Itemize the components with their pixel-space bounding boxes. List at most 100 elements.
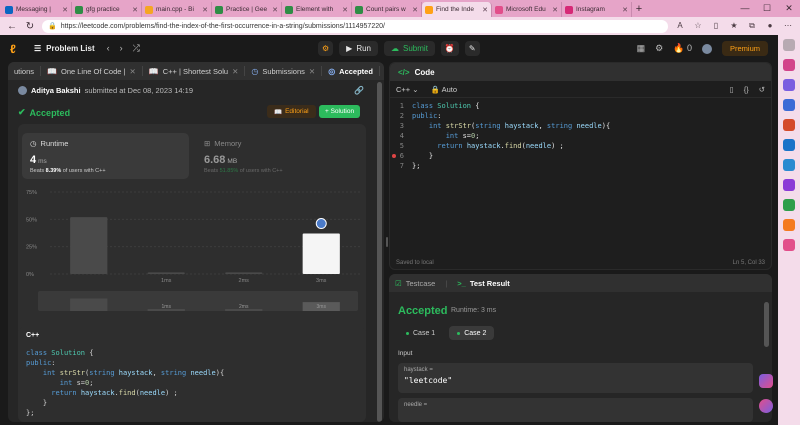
refresh-icon[interactable]: ↻ xyxy=(24,21,36,32)
app-icon[interactable] xyxy=(783,219,795,231)
tab-accepted[interactable]: ◎ Accepted xyxy=(322,66,380,76)
shuffle-icon[interactable]: ⤮ xyxy=(133,43,140,54)
tab-item[interactable]: 📖 One Line Of Code | ✕ xyxy=(41,66,143,76)
reset-icon[interactable]: ↺ xyxy=(759,85,765,94)
browser-tab[interactable]: Count pairs w ✕ xyxy=(352,2,422,17)
browser-tab[interactable]: Messaging | ✕ xyxy=(2,2,72,17)
submitter-name[interactable]: Aditya Bakshi xyxy=(31,86,81,95)
timer-button[interactable]: ⏰ xyxy=(440,41,459,56)
profile-icon[interactable]: ● xyxy=(764,20,776,32)
format-icon[interactable]: {} xyxy=(744,85,749,94)
case-2-button[interactable]: Case 2 xyxy=(449,326,495,340)
avatar[interactable] xyxy=(18,86,27,95)
result-scrollbar[interactable] xyxy=(764,302,769,347)
user-avatar[interactable] xyxy=(701,43,712,54)
office-icon[interactable] xyxy=(783,119,795,131)
editor-line[interactable]: 6 } xyxy=(390,151,610,161)
split-screen-icon[interactable]: ▯ xyxy=(710,20,722,32)
close-tab-icon[interactable]: ✕ xyxy=(342,6,348,14)
link-icon[interactable]: 🔗 xyxy=(354,86,364,95)
submit-button[interactable]: ☁ Submit xyxy=(384,41,435,56)
tab-item[interactable]: ◷ Submissions ✕ xyxy=(245,66,323,76)
tab-item[interactable]: 📖 C++ | Shortest Solu ✕ xyxy=(143,66,246,76)
settings-icon[interactable]: ⚙ xyxy=(655,43,663,54)
url-field[interactable]: 🔒 https://leetcode.com/problems/find-the… xyxy=(42,19,668,33)
tab-test-result[interactable]: >_ Test Result xyxy=(457,279,509,288)
read-aloud-icon[interactable]: A xyxy=(674,20,686,32)
needle-box[interactable]: needle = xyxy=(398,398,753,422)
browser-tab[interactable]: Find the Inde ✕ xyxy=(422,2,492,17)
close-tab-icon[interactable]: ✕ xyxy=(622,6,628,14)
games-icon[interactable] xyxy=(783,99,795,111)
editor-line[interactable]: 4 int s=0; xyxy=(390,131,610,141)
code-editor[interactable]: 1 class Solution {2 public: 3 int strStr(st… xyxy=(390,101,610,171)
collections-icon[interactable]: ⧉ xyxy=(746,20,758,32)
shopping-icon[interactable] xyxy=(783,59,795,71)
haystack-box[interactable]: haystack = "leetcode" xyxy=(398,363,753,393)
streak-counter[interactable]: 🔥 0 xyxy=(673,43,692,54)
assistant-icon[interactable] xyxy=(759,399,773,413)
auto-mode[interactable]: 🔒 Auto xyxy=(431,85,457,94)
line-number[interactable]: 1 xyxy=(390,101,408,111)
browser-tab[interactable]: Practice | Gee ✕ xyxy=(212,2,282,17)
memory-card[interactable]: ⊞ Memory 6.68 MB Beats 51.85% of users wi… xyxy=(196,133,361,179)
editor-line[interactable]: 1 class Solution { xyxy=(390,101,610,111)
close-tab-icon[interactable]: ✕ xyxy=(202,6,208,14)
tab-item[interactable]: utions xyxy=(8,66,42,76)
close-tab-icon[interactable]: ✕ xyxy=(482,6,488,14)
new-tab-button[interactable]: + xyxy=(632,2,646,17)
left-scrollbar[interactable] xyxy=(377,82,382,422)
line-number[interactable]: 4 xyxy=(390,131,408,141)
favorites-icon[interactable]: ★ xyxy=(728,20,740,32)
games2-icon[interactable] xyxy=(783,199,795,211)
premium-button[interactable]: Premium xyxy=(721,41,768,56)
bookmark-icon[interactable]: ▯ xyxy=(730,85,734,94)
notes-button[interactable]: ✎ xyxy=(464,41,480,56)
language-select[interactable]: C++ ⌄ xyxy=(396,85,419,94)
line-number[interactable]: 6 xyxy=(390,151,408,161)
minimize-icon[interactable]: — xyxy=(734,0,756,17)
editor-line[interactable]: 2 public: xyxy=(390,111,610,121)
close-tab-icon[interactable]: ✕ xyxy=(412,6,418,14)
line-number[interactable]: 3 xyxy=(390,121,408,131)
line-number[interactable]: 7 xyxy=(390,161,408,171)
browser-tab[interactable]: gfg practice ✕ xyxy=(72,2,142,17)
close-tab-icon[interactable]: ✕ xyxy=(62,6,68,14)
add-app-icon[interactable] xyxy=(783,239,795,251)
close-tab-icon[interactable]: ✕ xyxy=(129,67,135,76)
run-button[interactable]: ▶ Run xyxy=(339,41,379,56)
tools-icon[interactable] xyxy=(783,79,795,91)
editorial-button[interactable]: 📖 Editorial xyxy=(267,105,316,118)
close-tab-icon[interactable]: ✕ xyxy=(132,6,138,14)
browser-tab[interactable]: main.cpp - Bi ✕ xyxy=(142,2,212,17)
editor-line[interactable]: 7}; xyxy=(390,161,610,171)
close-tab-icon[interactable]: ✕ xyxy=(272,6,278,14)
close-tab-icon[interactable]: ✕ xyxy=(309,67,315,76)
prev-problem-icon[interactable]: ‹ xyxy=(107,43,110,54)
solution-button[interactable]: + Solution xyxy=(319,105,361,118)
layout-icon[interactable]: ▦ xyxy=(637,43,646,54)
search-icon[interactable] xyxy=(783,39,795,51)
back-icon[interactable]: ← xyxy=(6,21,18,32)
editor-line[interactable]: 3 int strStr(string haystack, string nee… xyxy=(390,121,610,131)
runtime-card[interactable]: ◷ Runtime 4 ms Beats 8.39% of users with … xyxy=(22,133,189,179)
more-icon[interactable]: ⋯ xyxy=(782,20,794,32)
designer-icon[interactable] xyxy=(783,179,795,191)
copilot-icon[interactable] xyxy=(759,374,773,388)
problem-list-button[interactable]: ☰ Problem List xyxy=(34,44,95,53)
line-number[interactable]: 5 xyxy=(390,141,408,151)
debug-button[interactable]: ⚙ xyxy=(318,41,334,56)
tab-testcase[interactable]: ☑ Testcase xyxy=(395,279,435,288)
close-window-icon[interactable]: ✕ xyxy=(778,0,800,17)
next-problem-icon[interactable]: › xyxy=(120,43,123,54)
browser-tab[interactable]: Element with ✕ xyxy=(282,2,352,17)
browser-tab[interactable]: Microsoft Edu ✕ xyxy=(492,2,562,17)
close-tab-icon[interactable]: ✕ xyxy=(552,6,558,14)
close-tab-icon[interactable]: ✕ xyxy=(232,67,238,76)
line-number[interactable]: 2 xyxy=(390,111,408,121)
editor-line[interactable]: 5 return haystack.find(needle) ; xyxy=(390,141,610,151)
case-1-button[interactable]: Case 1 xyxy=(398,326,443,340)
outlook-icon[interactable] xyxy=(783,139,795,151)
drop-icon[interactable] xyxy=(783,159,795,171)
maximize-icon[interactable]: ☐ xyxy=(756,0,778,17)
